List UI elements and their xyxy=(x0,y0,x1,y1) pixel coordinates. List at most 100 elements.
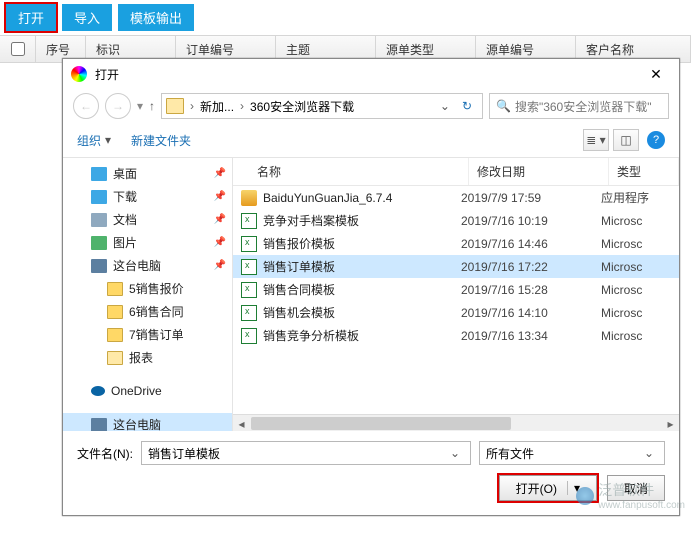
refresh-icon[interactable]: ↻ xyxy=(456,99,478,113)
file-list[interactable]: BaiduYunGuanJia_6.7.42019/7/9 17:59应用程序竞… xyxy=(233,186,679,414)
folder-y-icon xyxy=(107,282,123,296)
tree-item[interactable]: 下载📌 xyxy=(63,185,232,208)
tree-item-label: 5销售报价 xyxy=(129,280,184,297)
file-row[interactable]: 销售竞争分析模板2019/7/16 13:34Microsc xyxy=(233,324,679,347)
breadcrumb[interactable]: › 新加... › 360安全浏览器下载 ⌄ ↻ xyxy=(161,93,483,119)
doc-icon xyxy=(91,213,107,227)
organize-menu[interactable]: 组织 xyxy=(77,132,101,149)
file-type: Microsc xyxy=(601,306,671,320)
preview-pane-button[interactable]: ◫ xyxy=(613,129,639,151)
file-open-dialog: 打开 ✕ ← → ▾ ↑ › 新加... › 360安全浏览器下载 ⌄ ↻ 🔍 … xyxy=(62,58,680,516)
file-row[interactable]: 销售订单模板2019/7/16 17:22Microsc xyxy=(233,255,679,278)
file-row[interactable]: 销售合同模板2019/7/16 15:28Microsc xyxy=(233,278,679,301)
nav-fwd-button[interactable]: → xyxy=(105,93,131,119)
tree-item-label: 这台电脑 xyxy=(113,416,161,431)
main-toolbar: 打开 导入 模板输出 xyxy=(0,0,691,35)
chevron-right-icon[interactable]: › xyxy=(188,99,196,113)
dl-icon xyxy=(91,190,107,204)
tree-item-label: 这台电脑 xyxy=(113,257,161,274)
select-all-checkbox[interactable] xyxy=(11,42,25,56)
tree-item[interactable]: OneDrive xyxy=(63,381,232,401)
file-row[interactable]: BaiduYunGuanJia_6.7.42019/7/9 17:59应用程序 xyxy=(233,186,679,209)
od-icon xyxy=(91,386,105,396)
exe-file-icon xyxy=(241,190,257,206)
view-mode-button[interactable]: ≣ ▾ xyxy=(583,129,609,151)
file-name: 销售订单模板 xyxy=(263,258,461,275)
breadcrumb-seg-2[interactable]: 360安全浏览器下载 xyxy=(246,98,358,115)
file-pane: 名称 修改日期 类型 BaiduYunGuanJia_6.7.42019/7/9… xyxy=(233,158,679,431)
watermark-url: www.fanpusoft.com xyxy=(598,500,685,511)
nav-back-button[interactable]: ← xyxy=(73,93,99,119)
desktop-icon xyxy=(91,167,107,181)
file-row[interactable]: 竞争对手档案模板2019/7/16 10:19Microsc xyxy=(233,209,679,232)
tree-item[interactable]: 这台电脑 xyxy=(63,413,232,431)
pin-icon: 📌 xyxy=(214,237,226,248)
file-type: Microsc xyxy=(601,237,671,251)
open-button[interactable]: 打开 xyxy=(6,4,56,31)
pc-icon xyxy=(91,418,107,432)
file-name: 销售机会模板 xyxy=(263,304,461,321)
tree-item[interactable]: 6销售合同 xyxy=(63,300,232,323)
file-row[interactable]: 销售报价模板2019/7/16 14:46Microsc xyxy=(233,232,679,255)
tree-item[interactable]: 5销售报价 xyxy=(63,277,232,300)
folder-icon xyxy=(107,351,123,365)
tree-item[interactable]: 图片📌 xyxy=(63,231,232,254)
xls-file-icon xyxy=(241,328,257,344)
file-date: 2019/7/16 17:22 xyxy=(461,260,601,274)
breadcrumb-dropdown-icon[interactable]: ⌄ xyxy=(434,99,456,113)
file-date: 2019/7/16 15:28 xyxy=(461,283,601,297)
close-icon[interactable]: ✕ xyxy=(641,66,671,83)
file-col-date[interactable]: 修改日期 xyxy=(469,158,609,185)
file-row[interactable]: 销售机会模板2019/7/16 14:10Microsc xyxy=(233,301,679,324)
file-type: 应用程序 xyxy=(601,189,671,206)
import-button[interactable]: 导入 xyxy=(62,4,112,31)
breadcrumb-seg-1[interactable]: 新加... xyxy=(196,98,238,115)
nav-up-button[interactable]: ↑ xyxy=(149,99,155,113)
chevron-down-icon: ▾ xyxy=(101,133,115,147)
pin-icon: 📌 xyxy=(214,168,226,179)
dialog-main: 桌面📌下载📌文档📌图片📌这台电脑📌5销售报价6销售合同7销售订单报表OneDri… xyxy=(63,158,679,431)
folder-y-icon xyxy=(107,305,123,319)
filter-dropdown-icon[interactable]: ⌄ xyxy=(640,446,658,460)
scroll-right-icon[interactable]: ▸ xyxy=(662,415,679,432)
help-icon[interactable]: ? xyxy=(647,131,665,149)
filename-label: 文件名(N): xyxy=(77,445,133,462)
tree-item-label: 下载 xyxy=(113,188,137,205)
file-type: Microsc xyxy=(601,260,671,274)
nav-up-icon[interactable]: ▾ xyxy=(137,99,143,113)
tree-item[interactable]: 报表 xyxy=(63,346,232,369)
dialog-title: 打开 xyxy=(95,66,641,83)
file-date: 2019/7/16 14:10 xyxy=(461,306,601,320)
file-date: 2019/7/9 17:59 xyxy=(461,191,601,205)
file-name: BaiduYunGuanJia_6.7.4 xyxy=(263,191,461,205)
search-placeholder: 搜索"360安全浏览器下载" xyxy=(515,98,652,115)
xls-file-icon xyxy=(241,305,257,321)
file-col-name[interactable]: 名称 xyxy=(233,158,469,185)
dialog-titlebar[interactable]: 打开 ✕ xyxy=(63,59,679,89)
scroll-left-icon[interactable]: ◂ xyxy=(233,415,250,432)
new-folder-button[interactable]: 新建文件夹 xyxy=(131,132,191,149)
tree-item[interactable]: 桌面📌 xyxy=(63,162,232,185)
filename-dropdown-icon[interactable]: ⌄ xyxy=(446,446,464,460)
search-input[interactable]: 🔍 搜索"360安全浏览器下载" xyxy=(489,93,669,119)
tree-item-label: OneDrive xyxy=(111,384,162,398)
scrollbar-thumb[interactable] xyxy=(251,417,511,430)
tree-item-label: 报表 xyxy=(129,349,153,366)
xls-file-icon xyxy=(241,213,257,229)
tree-item[interactable]: 这台电脑📌 xyxy=(63,254,232,277)
watermark-brand: 泛普软件 xyxy=(598,480,685,500)
file-col-type[interactable]: 类型 xyxy=(609,158,679,185)
tree-item-label: 6销售合同 xyxy=(129,303,184,320)
filetype-filter[interactable]: 所有文件 ⌄ xyxy=(479,441,665,465)
template-output-button[interactable]: 模板输出 xyxy=(118,4,194,31)
tree-item[interactable]: 文档📌 xyxy=(63,208,232,231)
filename-input[interactable]: 销售订单模板 ⌄ xyxy=(141,441,471,465)
horizontal-scrollbar[interactable]: ◂ ▸ xyxy=(233,414,679,431)
tree-item[interactable]: 7销售订单 xyxy=(63,323,232,346)
file-type: Microsc xyxy=(601,283,671,297)
xls-file-icon xyxy=(241,236,257,252)
folder-y-icon xyxy=(107,328,123,342)
chevron-right-icon[interactable]: › xyxy=(238,99,246,113)
file-date: 2019/7/16 10:19 xyxy=(461,214,601,228)
file-name: 销售合同模板 xyxy=(263,281,461,298)
